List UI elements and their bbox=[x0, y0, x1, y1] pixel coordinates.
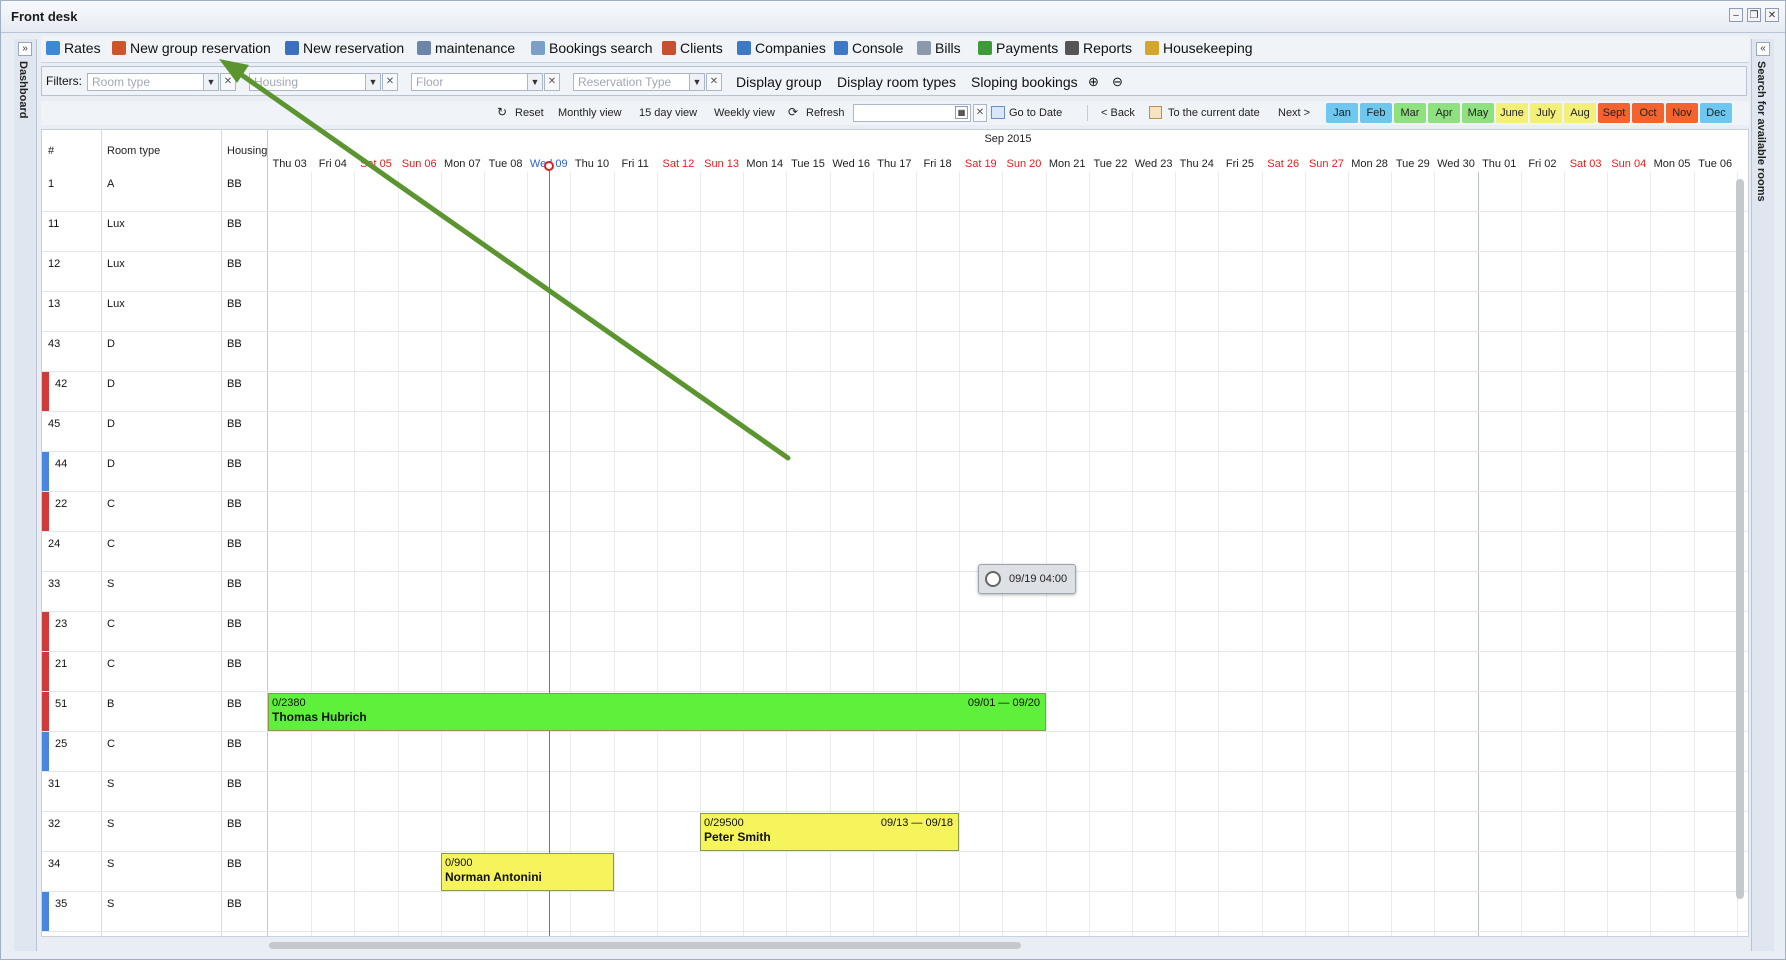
arrow-shaft bbox=[233, 68, 791, 461]
annotation-arrow bbox=[219, 59, 791, 461]
front-desk-window: Front desk – ❐ ✕ » Dashboard « Search fo… bbox=[0, 0, 1786, 960]
